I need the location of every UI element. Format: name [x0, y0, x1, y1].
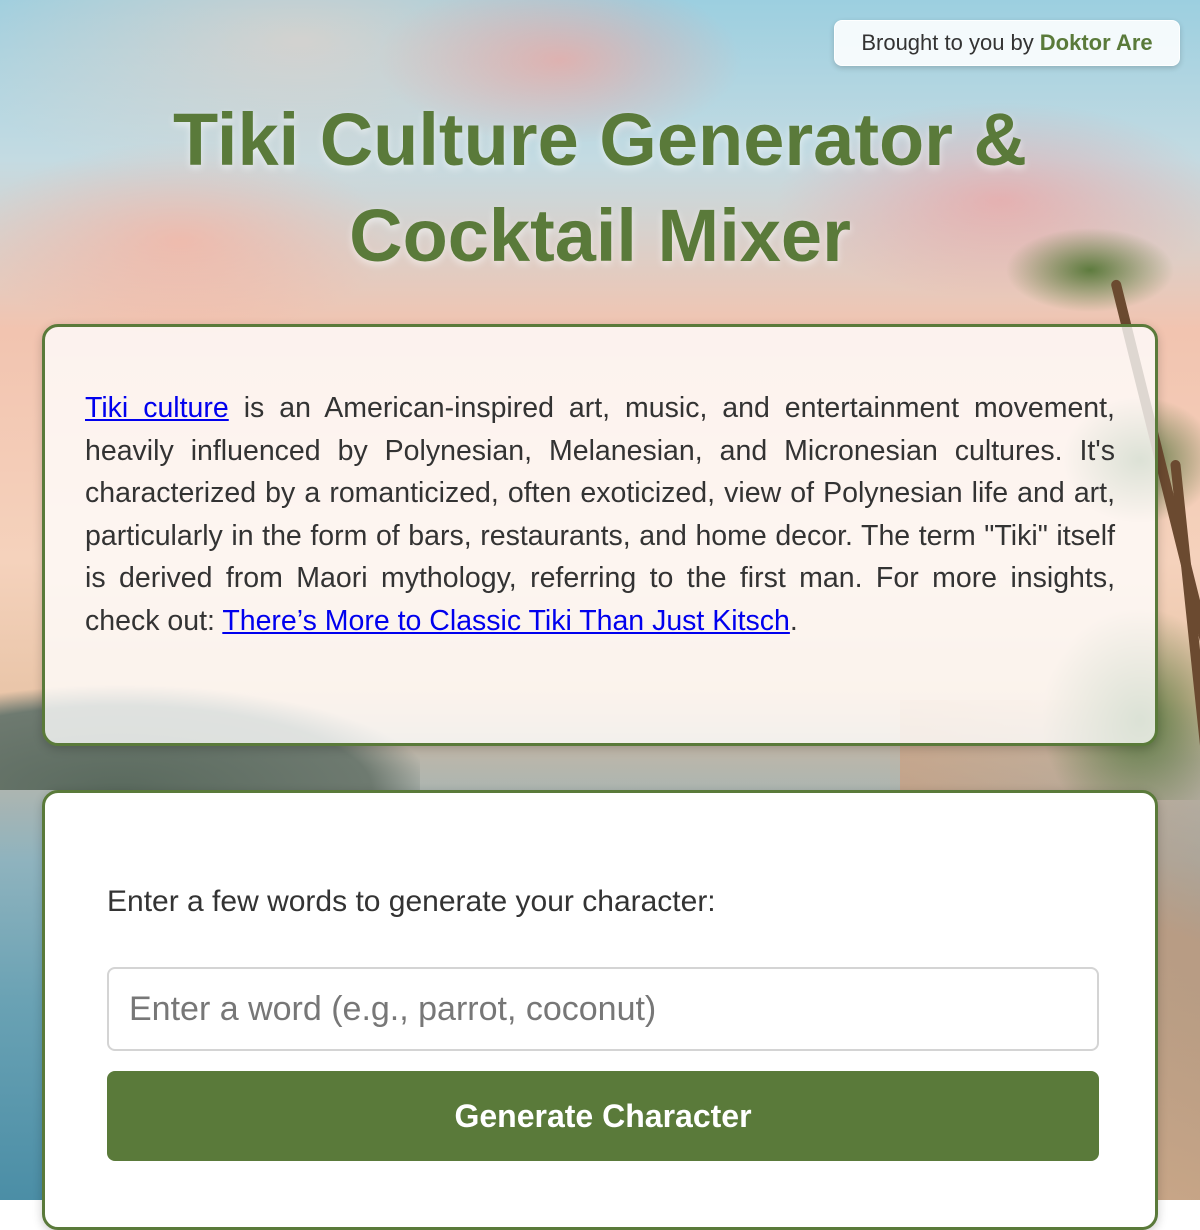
tiki-culture-link[interactable]: Tiki culture [85, 392, 229, 424]
credit-prefix: Brought to you by [861, 30, 1034, 55]
intro-card: Tiki culture is an American-inspired art… [42, 324, 1158, 746]
page-title: Tiki Culture Generator & Cocktail Mixer [173, 98, 1027, 277]
word-input[interactable] [107, 967, 1099, 1051]
intro-text-main: is an American-inspired art, music, and … [85, 392, 1115, 637]
credit-badge: Brought to you by Doktor Are [834, 20, 1180, 66]
intro-paragraph: Tiki culture is an American-inspired art… [85, 387, 1115, 642]
generate-character-button[interactable]: Generate Character [107, 1071, 1099, 1161]
credit-author: Doktor Are [1039, 30, 1153, 55]
character-generator-card: Enter a few words to generate your chara… [42, 790, 1158, 1230]
character-prompt-label: Enter a few words to generate your chara… [107, 885, 716, 918]
classic-tiki-article-link[interactable]: There’s More to Classic Tiki Than Just K… [222, 605, 790, 637]
intro-text-end: . [789, 604, 798, 637]
